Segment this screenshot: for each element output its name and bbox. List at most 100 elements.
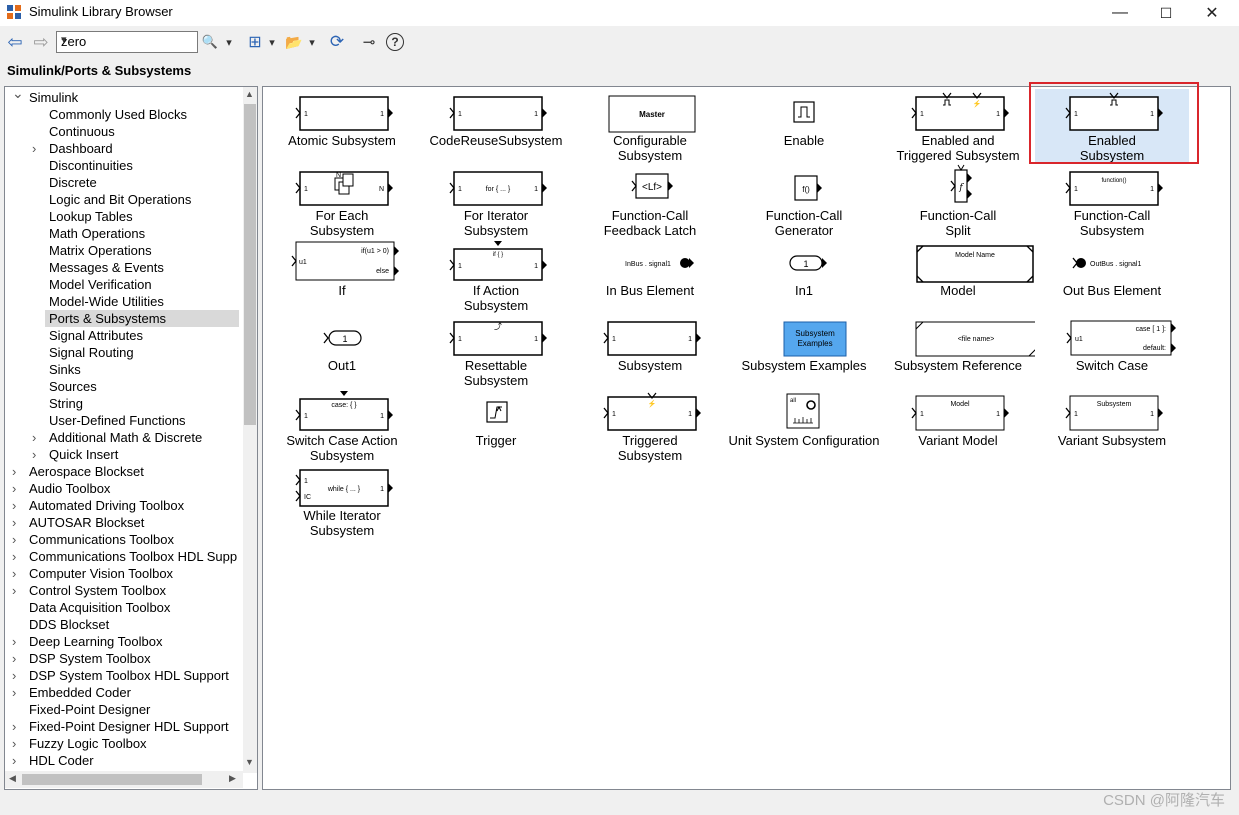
tree-item-discontinuities[interactable]: Discontinuities (45, 157, 239, 174)
tree-item-fixed-point-designer-hdl-support[interactable]: Fixed-Point Designer HDL Support (25, 718, 239, 735)
tree-item-signal-routing[interactable]: Signal Routing (45, 344, 239, 361)
scroll-down-icon[interactable]: ▼ (245, 757, 254, 767)
block-code-reuse-subsystem[interactable]: 1 1 CodeReuseSubsystem (419, 89, 573, 164)
new-chevron-icon[interactable]: ▾ (266, 31, 278, 53)
collapsed-chevron-icon[interactable]: › (12, 684, 16, 701)
search-options-chevron-icon[interactable]: ▾ (223, 31, 235, 53)
collapsed-chevron-icon[interactable]: › (12, 463, 16, 480)
collapsed-chevron-icon[interactable]: › (12, 531, 16, 548)
block-configurable-subsystem[interactable]: Master Configurable Subsystem (573, 89, 727, 164)
collapsed-chevron-icon[interactable]: › (12, 718, 16, 735)
tree-item-communications-toolbox[interactable]: Communications Toolbox (25, 531, 239, 548)
tree-item-dashboard[interactable]: Dashboard (45, 140, 239, 157)
chevron-down-icon[interactable]: ▾ (61, 33, 194, 46)
block-atomic-subsystem[interactable]: 1 1 Atomic Subsystem (265, 89, 419, 164)
block-if[interactable]: u1 if(u1 > 0) else If (265, 239, 419, 314)
collapsed-chevron-icon[interactable]: › (12, 497, 16, 514)
tree-item-discrete[interactable]: Discrete (45, 174, 239, 191)
tree-item-data-acquisition-toolbox[interactable]: Data Acquisition Toolbox (25, 599, 239, 616)
block-unit-system-configuration[interactable]: all Unit System Configuration (727, 389, 881, 464)
tree-item-additional-math-discrete[interactable]: Additional Math & Discrete (45, 429, 239, 446)
tree-vertical-scrollbar[interactable]: ▲ ▼ (243, 87, 257, 773)
block-variant-model[interactable]: Model 1 1 Variant Model (881, 389, 1035, 464)
tree-item-automated-driving-toolbox[interactable]: Automated Driving Toolbox (25, 497, 239, 514)
tree-item-math-operations[interactable]: Math Operations (45, 225, 239, 242)
collapsed-chevron-icon[interactable]: › (12, 633, 16, 650)
collapsed-chevron-icon[interactable]: › (12, 565, 16, 582)
new-model-icon[interactable]: ⊞ (246, 31, 264, 53)
block-model[interactable]: Model Name Model (881, 239, 1035, 314)
collapsed-chevron-icon[interactable]: › (12, 752, 16, 769)
refresh-icon[interactable]: ⟳ (327, 31, 347, 53)
collapsed-chevron-icon[interactable]: › (12, 735, 16, 752)
tree-item-autosar-blockset[interactable]: AUTOSAR Blockset (25, 514, 239, 531)
block-trigger[interactable]: Trigger (419, 389, 573, 464)
tree-item-commonly-used-blocks[interactable]: Commonly Used Blocks (45, 106, 239, 123)
block-function-call-feedback-latch[interactable]: <Lf> Function-Call Feedback Latch (573, 164, 727, 239)
block-subsystem-examples[interactable]: Subsystem Examples Subsystem Examples (727, 314, 881, 389)
block-if-action-subsystem[interactable]: if { } 1 1 If Action Subsystem (419, 239, 573, 314)
block-out1[interactable]: 1 Out1 (265, 314, 419, 389)
tree-item-matrix-operations[interactable]: Matrix Operations (45, 242, 239, 259)
forward-arrow-icon[interactable]: ⇨ (31, 31, 51, 53)
block-function-call-split[interactable]: f Function-Call Split (881, 164, 1035, 239)
tree-item-audio-toolbox[interactable]: Audio Toolbox (25, 480, 239, 497)
collapsed-chevron-icon[interactable]: › (32, 140, 36, 157)
tree-item-lookup-tables[interactable]: Lookup Tables (45, 208, 239, 225)
tree-item-hdl-coder[interactable]: HDL Coder (25, 752, 239, 769)
tree-item-logic-and-bit-operations[interactable]: Logic and Bit Operations (45, 191, 239, 208)
minimize-button[interactable]: — (1097, 0, 1143, 26)
block-enable[interactable]: Enable (727, 89, 881, 164)
collapsed-chevron-icon[interactable]: › (12, 548, 16, 565)
tree-item-user-defined-functions[interactable]: User-Defined Functions (45, 412, 239, 429)
collapsed-chevron-icon[interactable]: › (12, 667, 16, 684)
tree-item-dds-blockset[interactable]: DDS Blockset (25, 616, 239, 633)
tree-item-dsp-system-toolbox[interactable]: DSP System Toolbox (25, 650, 239, 667)
search-icon[interactable]: 🔍 (201, 31, 219, 53)
block-subsystem-reference[interactable]: <file name> Subsystem Reference (881, 314, 1035, 389)
pin-icon[interactable]: ⊸ (359, 31, 379, 53)
block-for-each-subsystem[interactable]: 1 N N For Each Subsystem (265, 164, 419, 239)
block-subsystem[interactable]: 1 1 Subsystem (573, 314, 727, 389)
block-switch-case[interactable]: u1 case [ 1 ]: default: Switch Case (1035, 314, 1189, 389)
block-resettable-subsystem[interactable]: 1 1 ⤴ Resettable Subsystem (419, 314, 573, 389)
tree-item-quick-insert[interactable]: Quick Insert (45, 446, 239, 463)
open-chevron-icon[interactable]: ▾ (306, 31, 318, 53)
collapsed-chevron-icon[interactable]: › (12, 582, 16, 599)
collapsed-chevron-icon[interactable]: › (12, 650, 16, 667)
tree-item-model-wide-utilities[interactable]: Model-Wide Utilities (45, 293, 239, 310)
tree-item-sources[interactable]: Sources (45, 378, 239, 395)
block-variant-subsystem[interactable]: Subsystem 1 1 Variant Subsystem (1035, 389, 1189, 464)
tree-item-deep-learning-toolbox[interactable]: Deep Learning Toolbox (25, 633, 239, 650)
tree-item-fixed-point-designer[interactable]: Fixed-Point Designer (25, 701, 239, 718)
tree-item-communications-toolbox-hdl-supp[interactable]: Communications Toolbox HDL Supp (25, 548, 239, 565)
block-enabled-triggered-subsystem[interactable]: 1 1 ⚡ Enabled and Triggered Subsystem (881, 89, 1035, 164)
search-combo[interactable]: zero ▾ (56, 31, 198, 53)
open-folder-icon[interactable]: 📂 (284, 31, 304, 53)
block-triggered-subsystem[interactable]: 1 1 ⚡ Triggered Subsystem (573, 389, 727, 464)
tree-item-ports-subsystems[interactable]: Ports & Subsystems (45, 310, 239, 327)
collapsed-chevron-icon[interactable]: › (32, 446, 36, 463)
maximize-button[interactable]: ☐ (1143, 0, 1189, 26)
tree-item-fuzzy-logic-toolbox[interactable]: Fuzzy Logic Toolbox (25, 735, 239, 752)
tree-horizontal-scroll-thumb[interactable] (22, 774, 202, 785)
block-in-bus-element[interactable]: InBus . signal1 In Bus Element (573, 239, 727, 314)
tree-horizontal-scrollbar[interactable]: ◀ ▶ (5, 771, 243, 788)
help-icon[interactable]: ? (386, 33, 404, 51)
tree-item-simulink[interactable]: Simulink (25, 89, 239, 106)
block-function-call-subsystem[interactable]: 1 1 function() Function-Call Subsystem (1035, 164, 1189, 239)
tree-item-string[interactable]: String (45, 395, 239, 412)
block-function-call-generator[interactable]: f() Function-Call Generator (727, 164, 881, 239)
tree-item-model-verification[interactable]: Model Verification (45, 276, 239, 293)
expanded-chevron-icon[interactable]: ⌄ (12, 87, 24, 102)
tree-item-continuous[interactable]: Continuous (45, 123, 239, 140)
block-out-bus-element[interactable]: OutBus . signal1 Out Bus Element (1035, 239, 1189, 314)
scroll-left-icon[interactable]: ◀ (9, 773, 16, 784)
block-switch-case-action-subsystem[interactable]: case: { } 1 1 Switch Case Action Subsystem (265, 389, 419, 464)
block-in1[interactable]: 1 In1 (727, 239, 881, 314)
pane-splitter[interactable]: ⋮ (258, 420, 267, 450)
tree-item-signal-attributes[interactable]: Signal Attributes (45, 327, 239, 344)
back-arrow-icon[interactable]: ⇦ (5, 31, 25, 53)
tree-item-control-system-toolbox[interactable]: Control System Toolbox (25, 582, 239, 599)
block-for-iterator-subsystem[interactable]: 1 1 for { ... } For Iterator Subsystem (419, 164, 573, 239)
